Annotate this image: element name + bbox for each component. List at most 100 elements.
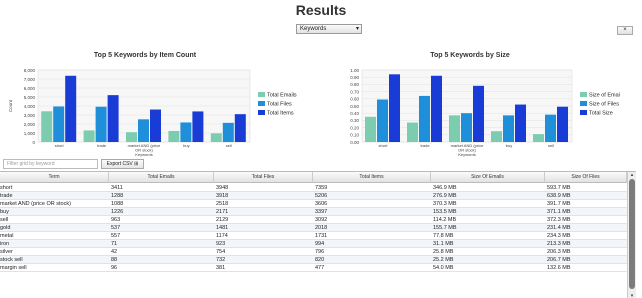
table-row[interactable]: sell96321293092114.2 MB372.3 MB486.5 MB xyxy=(0,216,627,224)
table-cell: 25.2 MB xyxy=(433,257,454,263)
table-row[interactable]: silver4275479625.8 MB206.3 MB231.9 MB xyxy=(0,248,627,256)
column-header[interactable]: Total Items xyxy=(313,172,431,183)
table-cell: 3092 xyxy=(315,217,328,223)
table-cell: short xyxy=(0,185,13,191)
table-row[interactable]: margin sell9638147754.0 MB132.6 MB186.7 … xyxy=(0,264,627,272)
table-cell: sell xyxy=(0,217,9,223)
y-tick-label: 0 xyxy=(32,140,35,145)
table-cell: 42 xyxy=(111,249,118,255)
table-row[interactable]: market AND (price OR stock) 1088 2518 3606 3… xyxy=(0,200,627,208)
table-cell: 638.9 MB xyxy=(547,193,571,199)
table-cell: 153.5 MB xyxy=(433,209,457,215)
table-cell: 276.9 MB xyxy=(433,193,457,199)
table-cell: buy xyxy=(0,209,9,215)
table-cell: trade xyxy=(0,193,13,199)
bar-2 xyxy=(419,95,430,142)
y-tick-label: 6,000 xyxy=(24,86,36,91)
table-cell: 231.4 MB xyxy=(547,225,571,231)
table-cell: 2171 xyxy=(216,209,229,215)
y-tick-label: 0.40 xyxy=(350,111,359,116)
column-header[interactable]: Size Of Emails xyxy=(431,172,545,183)
bar-2 xyxy=(503,115,514,142)
y-tick-label: 0.10 xyxy=(350,133,359,138)
table-cell: 1174 xyxy=(216,233,228,239)
y-tick-label: 0.50 xyxy=(350,104,359,109)
item-count-chart: 8,000 7,000 6,000 5,000 4,000 3,000 2,000 1,000… xyxy=(0,52,300,157)
x-tick-label: trade xyxy=(97,143,107,148)
y-axis-label: Count xyxy=(8,99,13,112)
table-cell: stock sell xyxy=(0,257,23,263)
table-cell: 372.3 MB xyxy=(547,217,571,223)
legend-label: Total Emails xyxy=(267,93,297,99)
legend-label: Total Files xyxy=(267,102,292,108)
x-tick-label: short xyxy=(379,143,389,148)
bar-2 xyxy=(545,114,556,142)
table-cell: 557 xyxy=(111,233,121,239)
scroll-down-icon[interactable]: ▾ xyxy=(629,293,635,298)
y-tick-label: 0.20 xyxy=(350,125,359,130)
bar-2 xyxy=(377,99,388,142)
table-row[interactable]: short341139487359346.9 MB593.7 MB940.6 M… xyxy=(0,184,627,192)
x-axis-label: Keywords xyxy=(135,152,153,157)
y-tick-label: 0.60 xyxy=(350,97,359,102)
table-cell: 820 xyxy=(315,257,325,263)
bar-3 xyxy=(234,114,246,142)
y-tick-label: 5,000 xyxy=(24,95,36,100)
table-cell: 1731 xyxy=(315,233,328,239)
table-cell: 3397 xyxy=(315,209,328,215)
bar-2 xyxy=(461,113,472,142)
item-count-chart-svg: 8,000 7,000 6,000 5,000 4,000 3,000 2,000 1,000… xyxy=(8,68,297,157)
size-chart: 1.00 0.90 0.80 0.70 0.60 0.50 0.40 0.30 0.20 0.10… xyxy=(320,52,620,157)
table-cell: 234.3 MB xyxy=(547,233,571,239)
x-tick-label: short xyxy=(55,143,65,148)
column-header[interactable]: Size Of Files xyxy=(545,172,627,183)
bar-2 xyxy=(138,119,149,142)
legend-swatch xyxy=(258,101,265,106)
table-cell: 5206 xyxy=(315,193,328,199)
legend-swatch xyxy=(258,110,265,115)
table-row[interactable]: buy122621713397153.5 MB371.1 MB524.6 MB xyxy=(0,208,627,216)
page-title: Results xyxy=(295,2,347,18)
grid-scrollbar[interactable]: ▴ ▾ xyxy=(627,172,636,298)
item-count-chart-title: Top 5 Keywords by Item Count xyxy=(93,52,197,59)
keyword-filter-input[interactable] xyxy=(3,159,98,169)
bar-1 xyxy=(126,132,137,142)
scroll-up-icon[interactable]: ▴ xyxy=(629,172,635,178)
bar-1 xyxy=(83,130,95,142)
scrollbar-thumb[interactable] xyxy=(629,179,635,289)
column-header[interactable]: Total Emails xyxy=(109,172,214,183)
bar-3 xyxy=(65,75,77,142)
x-tick-label: buy xyxy=(183,143,189,148)
bar-3 xyxy=(431,75,442,142)
y-tick-label: 1,000 xyxy=(24,131,36,136)
y-tick-label: 4,000 xyxy=(24,104,36,109)
table-cell: 3948 xyxy=(216,185,229,191)
column-header[interactable]: Term xyxy=(0,172,109,183)
bar-3 xyxy=(473,85,484,142)
bar-3 xyxy=(192,111,204,142)
bar-3 xyxy=(389,74,400,142)
y-tick-label: 7,000 xyxy=(24,77,36,82)
bar-2 xyxy=(53,106,65,142)
table-cell: 796 xyxy=(315,249,325,255)
table-cell: 370.3 MB xyxy=(433,201,457,207)
table-cell: 2518 xyxy=(216,201,229,207)
table-cell: 155.7 MB xyxy=(433,225,457,231)
table-cell: 381 xyxy=(216,265,226,271)
y-tick-label: 8,000 xyxy=(24,68,36,73)
close-button[interactable]: × xyxy=(617,26,633,35)
table-row[interactable]: gold53714812018155.7 MB231.4 MB386.7 MB xyxy=(0,224,627,232)
y-tick-label: 0.80 xyxy=(350,82,359,87)
table-row[interactable]: trade128839185206276.9 MB638.9 MB915.7 M… xyxy=(0,192,627,200)
column-header[interactable]: Total Files xyxy=(214,172,313,183)
legend-label: Total Size xyxy=(589,111,613,117)
legend-swatch xyxy=(580,101,587,106)
legend-swatch xyxy=(258,92,265,97)
table-row[interactable]: metal5571174173177.8 MB234.3 MB312.1 MB xyxy=(0,232,627,240)
export-csv-button[interactable]: Export CSV ⊞ xyxy=(101,159,144,169)
table-cell: 206.3 MB xyxy=(547,249,571,255)
table-row[interactable]: stock sell8873282025.2 MB206.7 MB231.9 M… xyxy=(0,256,627,264)
group-by-dropdown[interactable]: Keywords ▾ xyxy=(296,24,362,34)
table-row[interactable]: iron7192399431.1 MB213.3 MB244.4 MB xyxy=(0,240,627,248)
bar-1 xyxy=(407,122,418,142)
